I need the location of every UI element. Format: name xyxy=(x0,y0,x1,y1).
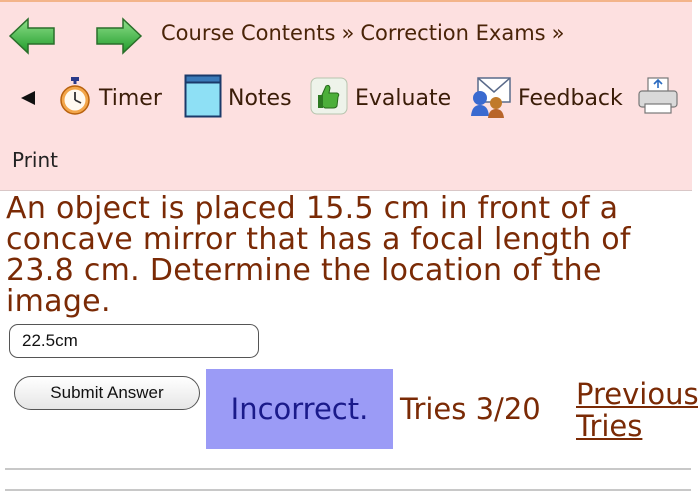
feedback-icon xyxy=(468,74,512,122)
breadcrumb-separator: » xyxy=(341,21,355,45)
question-text: An object is placed 15.5 cm in front of … xyxy=(6,191,631,319)
evaluate-button[interactable]: Evaluate xyxy=(309,74,451,122)
tool-row: Timer Notes Evaluate Feedback xyxy=(0,74,692,122)
divider xyxy=(5,468,691,470)
breadcrumb-correction-exams[interactable]: Correction Exams xyxy=(360,21,545,45)
divider xyxy=(5,489,691,491)
print-link[interactable]: Print xyxy=(12,148,58,172)
collapse-triangle-icon[interactable] xyxy=(21,91,35,105)
breadcrumb-trailing-separator: » xyxy=(551,21,565,45)
printer-icon xyxy=(636,76,680,120)
timer-label: Timer xyxy=(99,85,162,111)
evaluate-label: Evaluate xyxy=(355,85,452,111)
navigation-bar: Course Contents»Correction Exams» Timer xyxy=(0,0,692,191)
result-status-badge: Incorrect. xyxy=(206,369,393,449)
notepad-icon xyxy=(184,74,222,122)
feedback-label: Feedback xyxy=(518,85,623,111)
timer-button[interactable]: Timer xyxy=(57,74,162,122)
tries-counter: Tries 3/20 xyxy=(400,392,541,426)
breadcrumb-course-contents[interactable]: Course Contents xyxy=(161,21,335,45)
stopwatch-icon xyxy=(57,76,93,120)
breadcrumb: Course Contents» Correction Exams» xyxy=(161,21,570,45)
previous-tries-link[interactable]: Previous Tries xyxy=(576,378,698,442)
forward-arrow-icon[interactable] xyxy=(95,16,143,56)
notes-button[interactable]: Notes xyxy=(184,74,292,122)
feedback-button[interactable]: Feedback xyxy=(468,74,623,122)
answer-input[interactable] xyxy=(9,324,259,358)
back-arrow-icon[interactable] xyxy=(8,16,56,56)
print-icon-button[interactable] xyxy=(636,74,680,122)
right-margin xyxy=(692,0,698,190)
result-status-text: Incorrect. xyxy=(230,392,369,426)
notes-label: Notes xyxy=(228,85,292,111)
previous-tries-link-line2[interactable]: Tries xyxy=(576,410,698,442)
submit-answer-button[interactable]: Submit Answer xyxy=(14,376,200,410)
thumbs-up-icon xyxy=(309,76,349,120)
top-divider xyxy=(0,0,692,2)
previous-tries-link-line1[interactable]: Previous xyxy=(576,378,698,410)
